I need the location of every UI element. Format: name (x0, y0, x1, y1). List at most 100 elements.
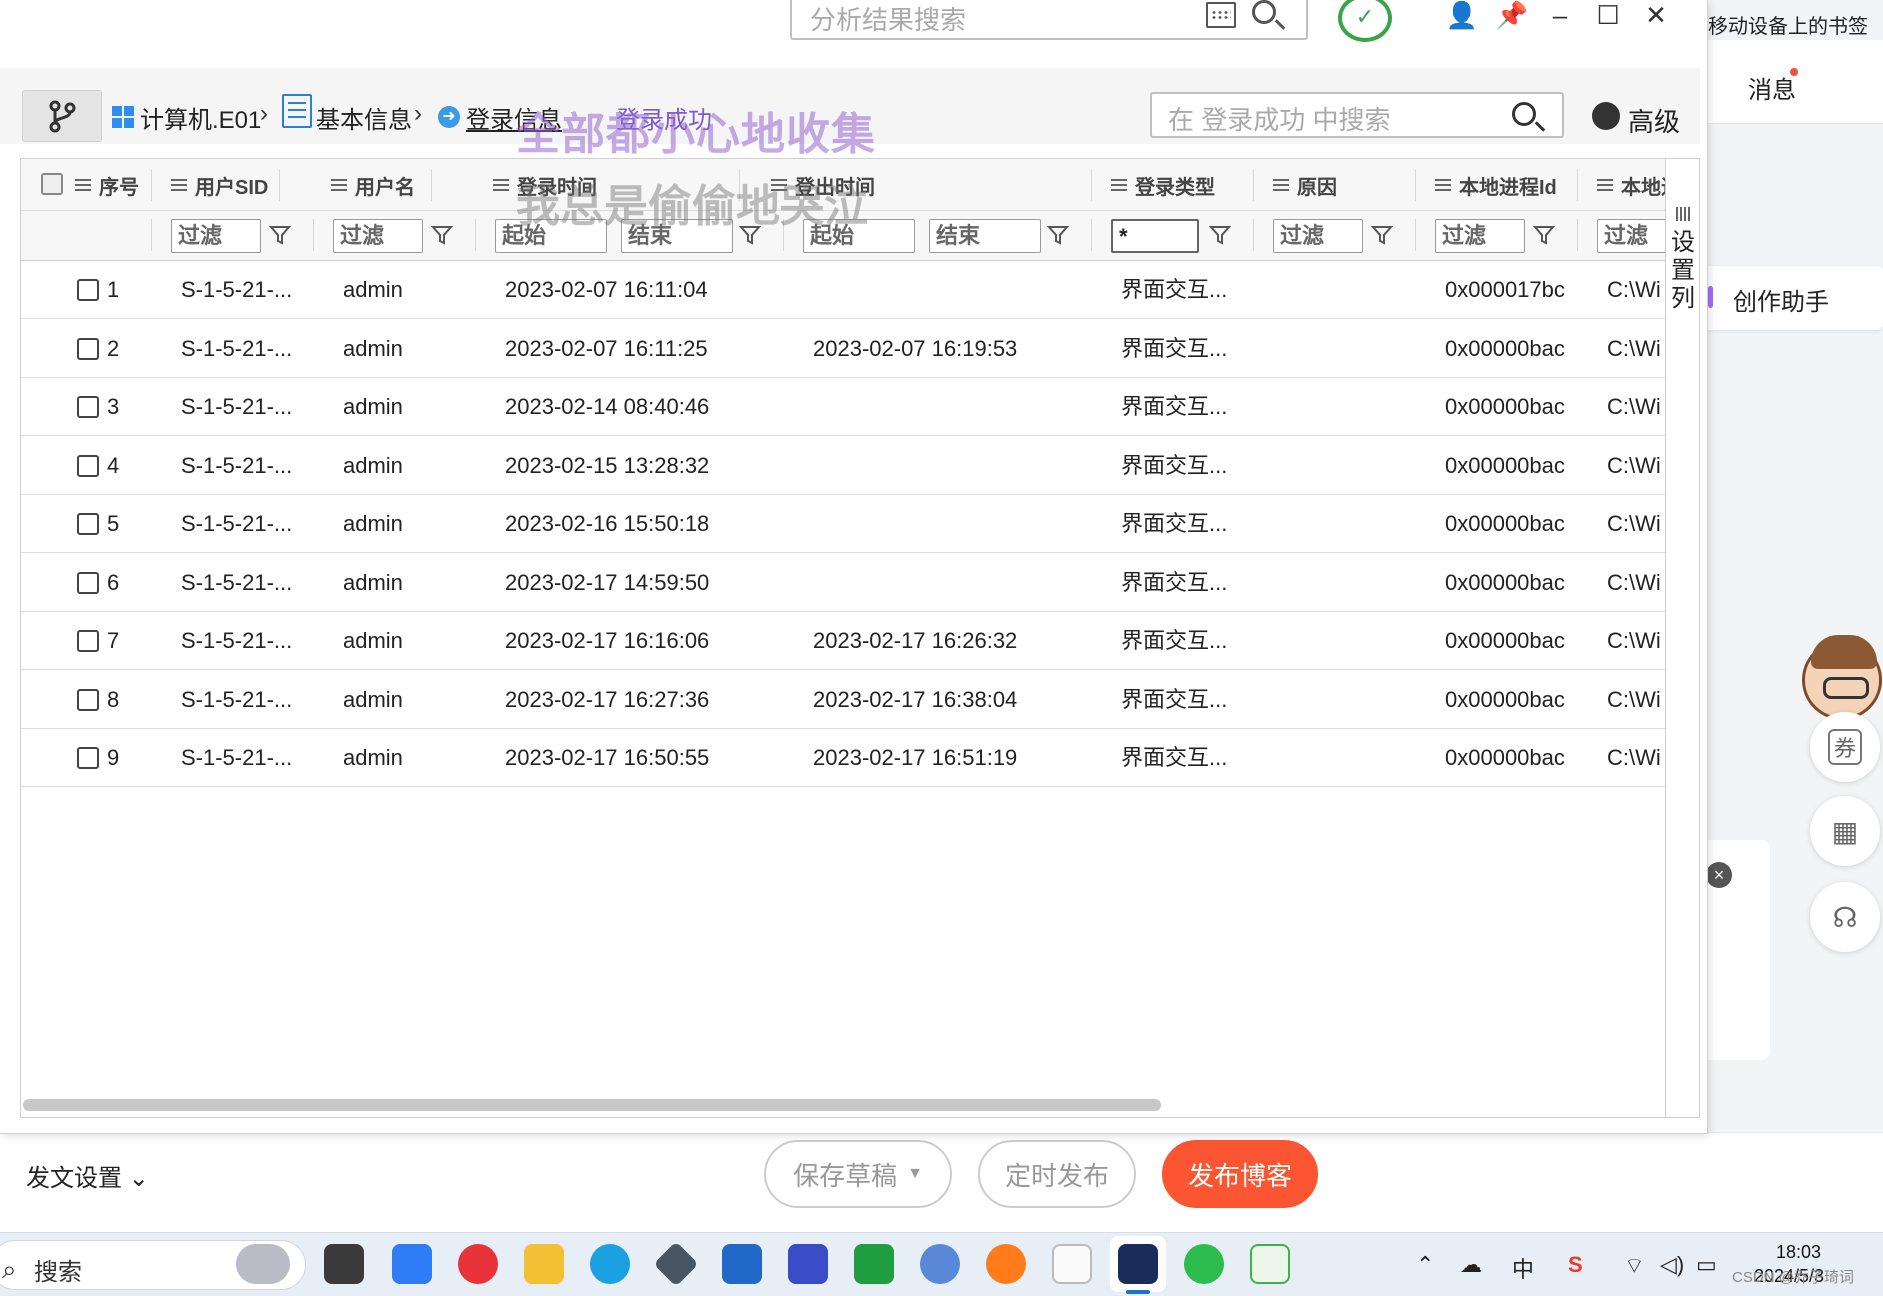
horizontal-scrollbar[interactable] (23, 1099, 1161, 1111)
mobile-bookmarks-link[interactable]: 移动设备上的书签 (1708, 10, 1868, 39)
volume-icon[interactable]: ◁) (1660, 1252, 1684, 1278)
chevron-up-icon[interactable]: ⌃ (1416, 1252, 1434, 1278)
cell-process-path: C:\Wi (1607, 686, 1661, 712)
column-divider[interactable] (279, 169, 280, 201)
column-settings-button[interactable]: 设置列 (1665, 159, 1699, 1117)
select-all-checkbox[interactable] (41, 173, 63, 195)
ime-indicator[interactable]: 中 (1512, 1252, 1534, 1284)
column-divider[interactable] (1253, 169, 1254, 201)
xbox-app-icon[interactable] (854, 1244, 894, 1284)
col-header-sid[interactable]: 用户SID (171, 159, 268, 211)
filter-funnel-icon[interactable] (1047, 224, 1069, 246)
mascot-avatar-icon[interactable] (1802, 635, 1882, 720)
branch-button[interactable] (22, 90, 102, 142)
column-divider[interactable] (151, 169, 152, 201)
wifi-icon[interactable]: ⌔ (1624, 1252, 1645, 1280)
filter-funnel-icon[interactable] (269, 224, 291, 246)
creation-assistant-label[interactable]: 创作助手 (1733, 282, 1829, 317)
filter-input-login-type[interactable]: * (1111, 219, 1199, 253)
filter-funnel-icon[interactable] (1209, 224, 1231, 246)
customer-service-button[interactable]: ☊ (1810, 882, 1880, 952)
filter-input-username[interactable]: 过滤 (333, 219, 423, 253)
table-row[interactable]: 8 S-1-5-21-... admin 2023-02-17 16:27:36 202… (21, 671, 1665, 729)
col-header-username[interactable]: 用户名 (331, 159, 415, 211)
vscode-like-app-icon[interactable] (788, 1244, 828, 1284)
user-icon[interactable]: 👤 (1444, 0, 1480, 31)
battery-icon[interactable]: ▭ (1696, 1252, 1717, 1278)
table-row[interactable]: 4 S-1-5-21-... admin 2023-02-15 13:28:32 界面交… (21, 437, 1665, 495)
terminal-app-icon[interactable] (324, 1244, 364, 1284)
forensics-app-icon[interactable] (1118, 1244, 1158, 1284)
column-divider[interactable] (1091, 169, 1092, 201)
coupon-button[interactable]: 券 (1810, 712, 1880, 782)
filter-input-reason[interactable]: 过滤 (1273, 219, 1363, 253)
cell-process-path: C:\Wi (1607, 569, 1661, 595)
file-explorer-icon[interactable] (524, 1244, 564, 1284)
search-icon[interactable] (1252, 0, 1276, 24)
advanced-search-icon[interactable] (1592, 102, 1620, 130)
pin-icon[interactable]: 📌 (1494, 0, 1530, 31)
netease-music-icon[interactable] (458, 1244, 498, 1284)
filter-funnel-icon[interactable] (1371, 224, 1393, 246)
remote-desktop-icon[interactable] (1250, 1244, 1290, 1284)
onedrive-cloud-icon[interactable]: ☁ (1460, 1252, 1482, 1278)
row-checkbox[interactable] (77, 513, 99, 535)
close-window-icon[interactable]: ✕ (1638, 0, 1674, 31)
search-icon[interactable] (1512, 102, 1536, 126)
schedule-publish-button[interactable]: 定时发布 (978, 1140, 1136, 1208)
maximize-icon[interactable]: ☐ (1590, 0, 1626, 31)
filter-logout-end[interactable]: 结束 (929, 219, 1041, 253)
messages-link[interactable]: 消息 (1748, 70, 1796, 105)
col-header-index[interactable]: 序号 (75, 159, 139, 211)
row-checkbox[interactable] (77, 279, 99, 301)
col-header-login-type[interactable]: 登录类型 (1111, 159, 1215, 211)
wechat-icon[interactable] (1184, 1244, 1224, 1284)
advanced-search-button[interactable]: 高级 (1628, 102, 1680, 139)
clock-time[interactable]: 18:03 (1776, 1242, 1821, 1263)
feishu-app-icon[interactable] (392, 1244, 432, 1284)
filter-input-sid[interactable]: 过滤 (171, 219, 261, 253)
col-header-reason[interactable]: 原因 (1273, 159, 1337, 211)
edge-browser-icon[interactable] (590, 1244, 630, 1284)
settings-gear-icon[interactable] (920, 1244, 960, 1284)
row-checkbox[interactable] (77, 454, 99, 477)
row-checkbox[interactable] (77, 688, 99, 711)
row-checkbox[interactable] (77, 396, 99, 418)
koala-widget-icon[interactable] (236, 1244, 290, 1284)
column-divider[interactable] (1415, 169, 1416, 201)
column-divider[interactable] (431, 169, 432, 201)
save-draft-button[interactable]: 保存草稿 ▼ (764, 1140, 952, 1208)
row-checkbox[interactable] (77, 571, 99, 594)
firefox-icon[interactable] (986, 1244, 1026, 1284)
document-app-icon[interactable] (1052, 1244, 1092, 1284)
close-icon[interactable]: × (1706, 862, 1732, 888)
column-divider[interactable] (1577, 169, 1578, 201)
row-checkbox[interactable] (77, 747, 99, 769)
table-row[interactable]: 5 S-1-5-21-... admin 2023-02-16 15:50:18 界面交… (21, 495, 1665, 553)
col-header-process[interactable]: 本地进程 (1597, 159, 1665, 211)
table-row[interactable]: 3 S-1-5-21-... admin 2023-02-14 08:40:46 界面交… (21, 378, 1665, 436)
filter-input-pid[interactable]: 过滤 (1435, 219, 1525, 253)
table-row[interactable]: 9 S-1-5-21-... admin 2023-02-17 16:50:55 202… (21, 729, 1665, 787)
cell-logout-time: 2023-02-07 16:19:53 (813, 335, 1018, 361)
table-row[interactable]: 7 S-1-5-21-... admin 2023-02-17 16:16:06 202… (21, 612, 1665, 670)
table-row[interactable]: 1 S-1-5-21-... admin 2023-02-07 16:11:04 界面交… (21, 261, 1665, 319)
table-row[interactable]: 6 S-1-5-21-... admin 2023-02-17 14:59:50 界面交… (21, 554, 1665, 612)
filter-funnel-icon[interactable] (431, 224, 453, 246)
post-settings-dropdown[interactable]: 发文设置 ⌄ (26, 1158, 149, 1193)
filter-input-process[interactable]: 过滤 (1597, 219, 1665, 253)
breadcrumb-basic-info[interactable]: 基本信息 (316, 100, 412, 135)
col-header-pid[interactable]: 本地进程Id (1435, 159, 1557, 211)
table-row[interactable]: 2 S-1-5-21-... admin 2023-02-07 16:11:25 202… (21, 320, 1665, 378)
publish-blog-button[interactable]: 发布博客 (1162, 1140, 1318, 1208)
row-checkbox[interactable] (77, 337, 99, 360)
breadcrumb-computer[interactable]: 计算机.E01 (140, 100, 261, 135)
qr-code-button[interactable]: ▦ (1810, 796, 1880, 866)
microsoft-store-icon[interactable] (722, 1244, 762, 1284)
minimize-icon[interactable]: – (1542, 0, 1578, 31)
row-checkbox[interactable] (77, 630, 99, 652)
sogou-ime-icon[interactable]: S (1568, 1252, 1583, 1278)
calendar-icon[interactable] (1206, 2, 1236, 28)
taskbar-search-label[interactable]: 搜索 (34, 1252, 82, 1287)
filter-funnel-icon[interactable] (1533, 224, 1555, 246)
